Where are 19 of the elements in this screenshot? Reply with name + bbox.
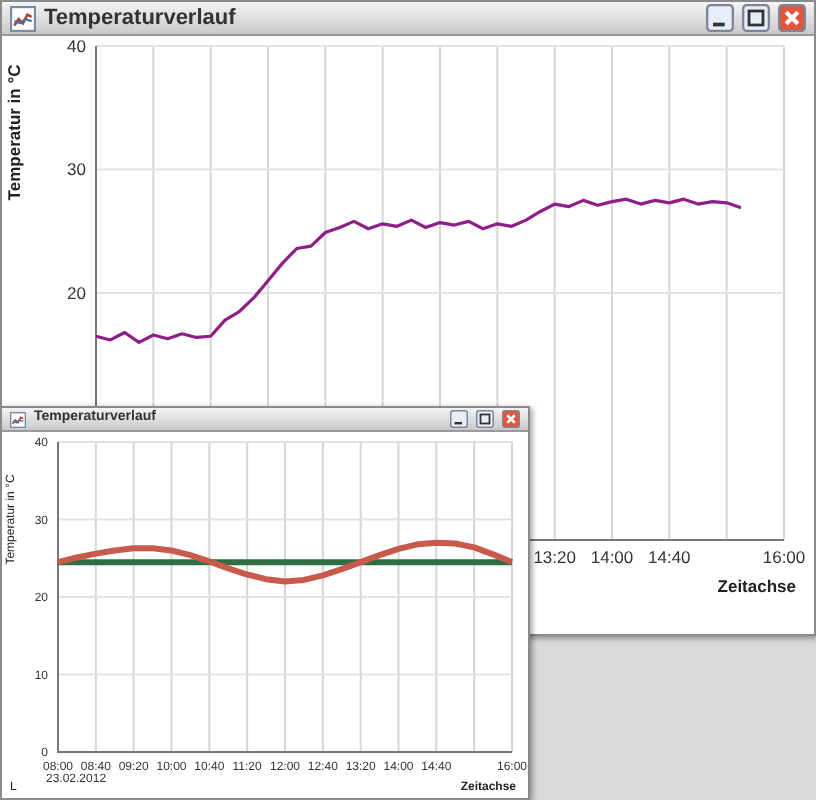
- axis-title: Zeitachse: [717, 576, 796, 596]
- tick-label: 20: [67, 282, 86, 303]
- close-button[interactable]: [502, 410, 520, 428]
- chart-icon: [10, 5, 36, 31]
- tick-label: 14:00: [590, 547, 634, 567]
- chart-icon: [10, 411, 26, 427]
- axis-title: Temperatur in °C: [4, 64, 24, 201]
- tick-label: 40: [67, 36, 86, 56]
- window-title: Temperaturverlauf: [44, 3, 236, 34]
- title-bar[interactable]: Temperaturverlauf: [2, 2, 814, 36]
- minimize-button[interactable]: [706, 4, 734, 32]
- minimize-button[interactable]: [450, 410, 468, 428]
- tick-label: 13:20: [533, 547, 576, 567]
- tick-label: 14:40: [648, 547, 691, 567]
- tick-label: 30: [67, 159, 86, 180]
- maximize-button[interactable]: [476, 410, 494, 428]
- close-button[interactable]: [778, 4, 806, 32]
- maximize-button[interactable]: [742, 4, 770, 32]
- tick-label: 16:00: [762, 547, 806, 567]
